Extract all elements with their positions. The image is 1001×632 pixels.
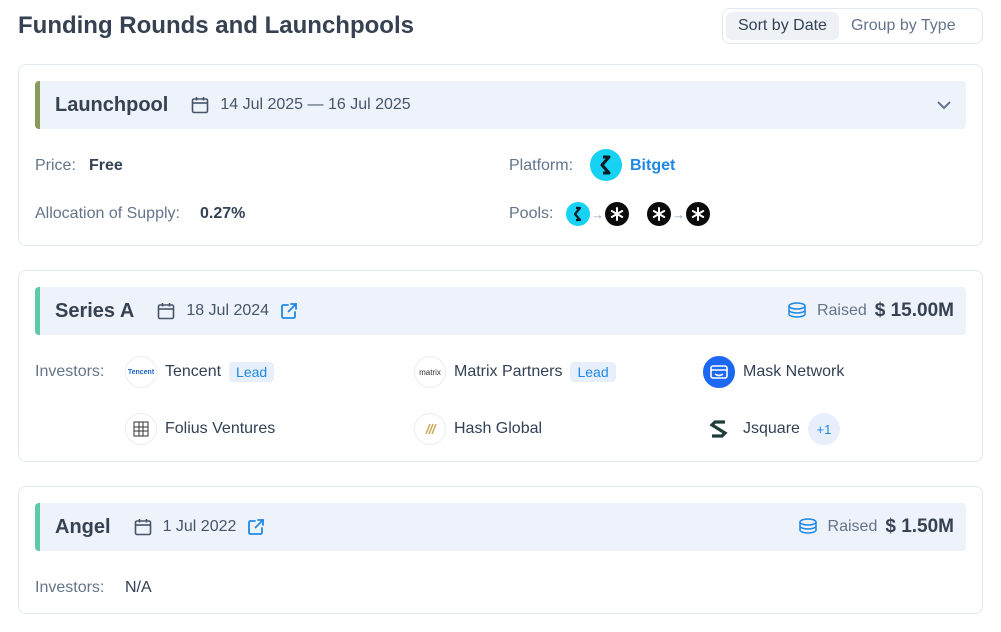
raised-value: $ 1.50M xyxy=(885,516,954,537)
series-a-header: Series A 18 Jul 2024 Raised $ 15.00M xyxy=(35,287,966,335)
matrix-partners-logo-icon: matrix xyxy=(414,356,446,388)
round-title: Angel xyxy=(55,515,111,538)
angel-header: Angel 1 Jul 2022 Raised $ 1.50M xyxy=(35,503,966,551)
pool-item[interactable]: → xyxy=(647,202,710,226)
tencent-logo-icon: Tencent xyxy=(125,356,157,388)
launchpool-header[interactable]: Launchpool 14 Jul 2025 — 16 Jul 2025 xyxy=(35,81,966,129)
investor-name[interactable]: Tencent xyxy=(165,363,221,381)
investors-label: Investors: xyxy=(35,363,105,380)
mask-network-logo-icon xyxy=(703,356,735,388)
group-by-type-button[interactable]: Group by Type xyxy=(839,12,968,40)
lead-badge: Lead xyxy=(570,362,616,382)
investor-item[interactable]: Hash Global xyxy=(414,413,542,445)
raised-label: Raised xyxy=(816,302,867,319)
angel-card: Angel 1 Jul 2022 Raised $ 1.50M Investor… xyxy=(18,486,983,614)
investor-name[interactable]: Jsquare xyxy=(743,420,800,438)
platform-label: Platform: xyxy=(509,157,574,174)
page-title: Funding Rounds and Launchpools xyxy=(18,12,414,39)
investors-label: Investors: xyxy=(35,579,105,596)
project-token-icon xyxy=(686,202,710,226)
investor-item[interactable]: Folius Ventures xyxy=(125,413,275,445)
launchpool-date-range: 14 Jul 2025 — 16 Jul 2025 xyxy=(220,96,411,113)
price-value: Free xyxy=(89,157,123,174)
raised-label: Raised xyxy=(827,518,878,535)
calendar-icon xyxy=(190,95,210,115)
pool-item[interactable]: → xyxy=(566,202,629,226)
raised-amount: Raised $ 15.00M xyxy=(785,287,954,335)
investor-name[interactable]: Hash Global xyxy=(454,420,542,438)
allocation-value: 0.27% xyxy=(200,205,246,222)
investor-item[interactable]: Tencent Tencent Lead xyxy=(125,356,275,388)
hash-global-logo-icon xyxy=(414,413,446,445)
allocation-label: Allocation of Supply: xyxy=(35,205,180,222)
sort-toggle: Sort by Date Group by Type xyxy=(722,8,983,44)
bitget-logo-icon[interactable] xyxy=(590,149,622,181)
coins-icon xyxy=(785,299,809,323)
price-label: Price: xyxy=(35,157,76,174)
calendar-icon xyxy=(156,301,176,321)
launchpool-title: Launchpool xyxy=(55,93,169,116)
project-token-icon xyxy=(647,202,671,226)
platform-link[interactable]: Bitget xyxy=(630,157,675,175)
external-link-icon[interactable] xyxy=(246,517,266,537)
investor-name[interactable]: Matrix Partners xyxy=(454,363,562,381)
pools-label: Pools: xyxy=(509,205,554,222)
investor-name[interactable]: Folius Ventures xyxy=(165,420,275,438)
coins-icon xyxy=(796,515,820,539)
lead-badge: Lead xyxy=(229,362,275,382)
investor-item[interactable]: Mask Network xyxy=(703,356,844,388)
investor-item[interactable]: matrix Matrix Partners Lead xyxy=(414,356,616,388)
raised-value: $ 15.00M xyxy=(874,300,954,321)
project-token-icon xyxy=(605,202,629,226)
folius-ventures-logo-icon xyxy=(125,413,157,445)
round-date: 1 Jul 2022 xyxy=(162,518,237,535)
round-date: 18 Jul 2024 xyxy=(186,302,270,319)
investor-item[interactable]: Jsquare +1 xyxy=(703,413,840,445)
sort-by-date-button[interactable]: Sort by Date xyxy=(726,12,839,40)
investor-name[interactable]: Mask Network xyxy=(743,363,844,381)
more-investors-button[interactable]: +1 xyxy=(807,413,840,445)
calendar-icon xyxy=(133,517,153,537)
round-title: Series A xyxy=(55,299,135,322)
external-link-icon[interactable] xyxy=(279,301,299,321)
jsquare-logo-icon xyxy=(703,413,735,445)
arrow-right-icon: → xyxy=(672,206,685,222)
raised-amount: Raised $ 1.50M xyxy=(796,503,954,551)
series-a-card: Series A 18 Jul 2024 Raised $ 15.00M Inv… xyxy=(18,270,983,462)
investors-value: N/A xyxy=(125,579,152,596)
bitget-coin-icon xyxy=(566,202,590,226)
chevron-down-icon[interactable] xyxy=(934,95,954,115)
arrow-right-icon: → xyxy=(591,206,604,222)
launchpool-card: Launchpool 14 Jul 2025 — 16 Jul 2025 Pri… xyxy=(18,64,983,246)
